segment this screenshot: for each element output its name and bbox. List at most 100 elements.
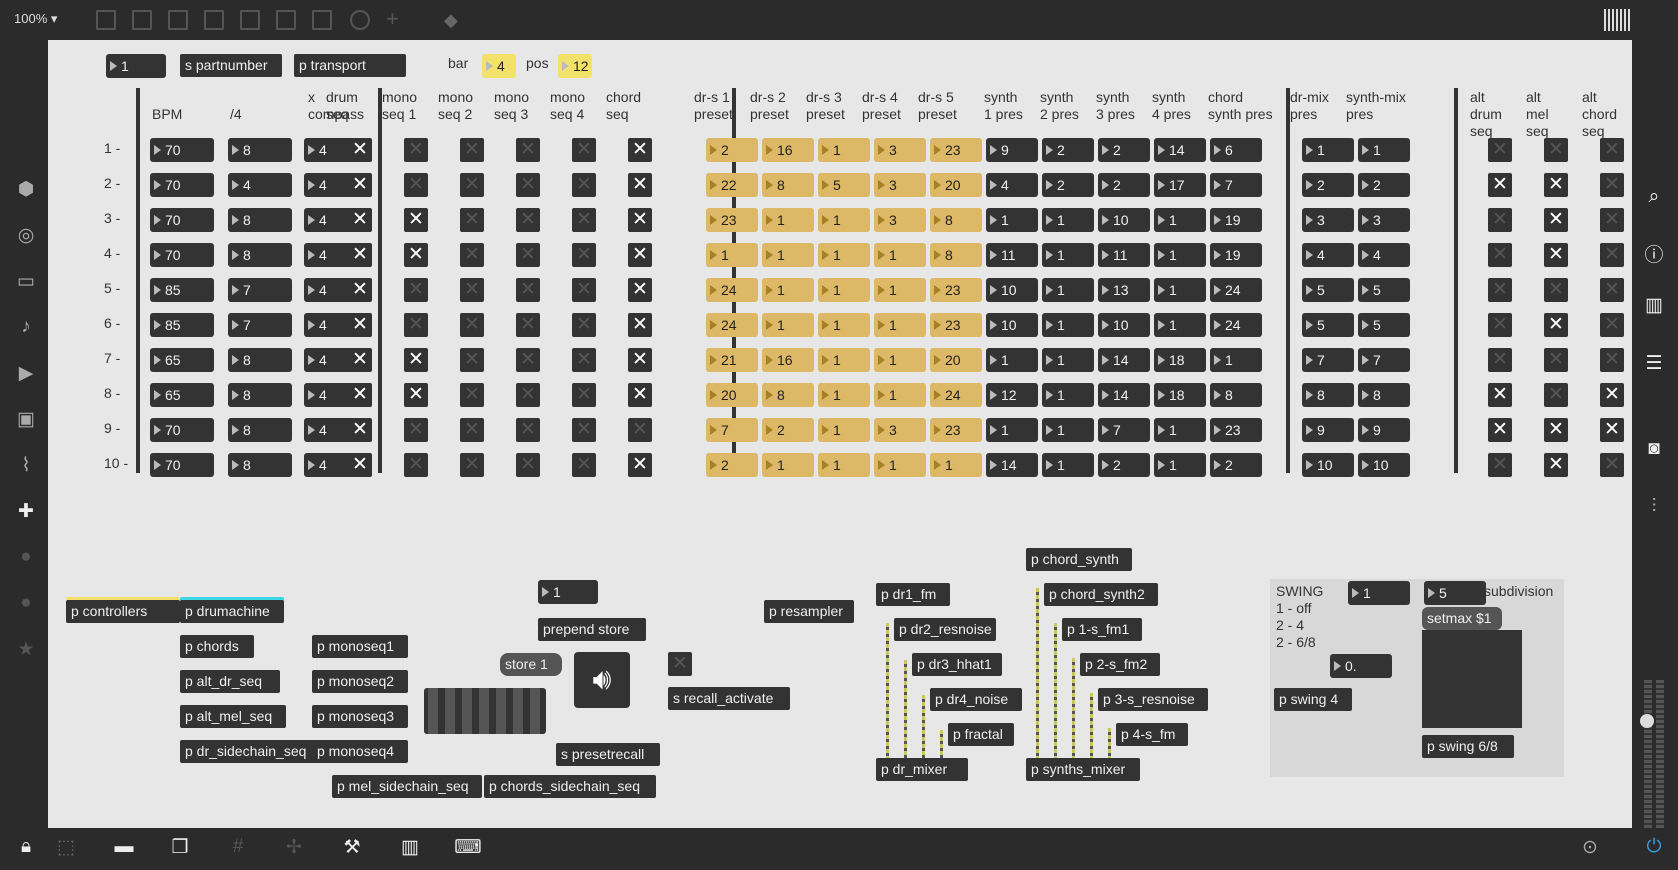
seq-toggle[interactable] (348, 348, 372, 372)
seq-toggle[interactable] (460, 418, 484, 442)
bar-number-box[interactable]: 4 (482, 54, 516, 78)
mix-preset-number-box[interactable]: 10 (1302, 453, 1354, 477)
quarter-number-box[interactable]: 8 (228, 348, 292, 372)
synth-preset-number-box[interactable]: 2 (1098, 173, 1150, 197)
drum-preset-number-box[interactable]: 23 (930, 278, 982, 302)
seq-toggle[interactable] (460, 243, 484, 267)
store-1-message[interactable]: store 1 (500, 653, 562, 676)
alt-seq-toggle[interactable] (1544, 208, 1568, 232)
float-number-box[interactable]: 0. (1330, 654, 1392, 678)
alt-seq-toggle[interactable] (1600, 383, 1624, 407)
alt-seq-toggle[interactable] (1488, 278, 1512, 302)
seq-toggle[interactable] (628, 383, 652, 407)
seq-toggle[interactable] (628, 138, 652, 162)
music-note-icon[interactable]: ♪ (12, 316, 40, 338)
alt-seq-toggle[interactable] (1488, 138, 1512, 162)
alt-seq-toggle[interactable] (1488, 383, 1512, 407)
synth-preset-number-box[interactable]: 1 (1042, 243, 1094, 267)
mix-preset-number-box[interactable]: 1 (1358, 138, 1410, 162)
play-circle-icon[interactable]: ⊙ (1576, 836, 1604, 859)
grid-view-icon[interactable] (1604, 9, 1630, 31)
seq-toggle[interactable] (404, 453, 428, 477)
bpm-number-box[interactable]: 70 (150, 418, 214, 442)
synth-preset-number-box[interactable]: 1 (1154, 453, 1206, 477)
drum-preset-number-box[interactable]: 3 (874, 173, 926, 197)
seq-toggle[interactable] (348, 313, 372, 337)
synth-preset-number-box[interactable]: 18 (1154, 383, 1206, 407)
alt-seq-toggle[interactable] (1488, 418, 1512, 442)
seq-toggle[interactable] (404, 278, 428, 302)
synth-preset-number-box[interactable]: 1 (1210, 348, 1262, 372)
synth-preset-number-box[interactable]: 14 (986, 453, 1038, 477)
seq-toggle[interactable] (628, 313, 652, 337)
film-icon[interactable]: ▭ (12, 270, 40, 293)
s-partnumber-object[interactable]: s partnumber (180, 54, 282, 77)
seq-toggle[interactable] (348, 173, 372, 197)
paint-icon[interactable]: ◆ (444, 10, 464, 30)
quarter-number-box[interactable]: 8 (228, 383, 292, 407)
seq-toggle[interactable] (628, 173, 652, 197)
wrench-icon[interactable]: ⚒ (338, 836, 366, 859)
seq-toggle[interactable] (404, 243, 428, 267)
drum-preset-number-box[interactable]: 1 (874, 243, 926, 267)
p-chord-synth-object[interactable]: p chord_synth (1026, 548, 1132, 571)
seq-toggle[interactable] (628, 348, 652, 372)
mix-preset-number-box[interactable]: 4 (1358, 243, 1410, 267)
drum-preset-number-box[interactable]: 1 (874, 453, 926, 477)
synth-preset-number-box[interactable]: 1 (986, 418, 1038, 442)
alt-seq-toggle[interactable] (1544, 348, 1568, 372)
p-dr3-hhat1-object[interactable]: p dr3_hhat1 (912, 653, 1002, 676)
synth-preset-number-box[interactable]: 19 (1210, 208, 1262, 232)
mix-preset-number-box[interactable]: 8 (1302, 383, 1354, 407)
seq-toggle[interactable] (404, 418, 428, 442)
synth-preset-number-box[interactable]: 24 (1210, 278, 1262, 302)
drum-preset-number-box[interactable]: 1 (874, 278, 926, 302)
mix-preset-number-box[interactable]: 10 (1358, 453, 1410, 477)
quarter-number-box[interactable]: 8 (228, 418, 292, 442)
drum-preset-number-box[interactable]: 2 (706, 453, 758, 477)
sliders-icon[interactable]: ⫶ (1640, 496, 1668, 518)
power-icon[interactable]: ⏻ (1640, 836, 1668, 858)
drum-preset-number-box[interactable]: 24 (706, 313, 758, 337)
bpm-number-box[interactable]: 65 (150, 348, 214, 372)
target-icon[interactable]: ◎ (12, 224, 40, 247)
synth-preset-number-box[interactable]: 1 (1154, 243, 1206, 267)
synth-preset-number-box[interactable]: 12 (986, 383, 1038, 407)
p-monoseq2-object[interactable]: p monoseq2 (312, 670, 408, 693)
list-icon[interactable]: ☰ (1640, 352, 1668, 375)
synth-preset-number-box[interactable]: 23 (1210, 418, 1262, 442)
alt-seq-toggle[interactable] (1488, 173, 1512, 197)
drum-preset-number-box[interactable]: 5 (818, 173, 870, 197)
cube-icon[interactable]: ⬢ (12, 178, 40, 201)
bpm-number-box[interactable]: 70 (150, 173, 214, 197)
p-resampler-object[interactable]: p resampler (764, 600, 854, 623)
seq-toggle[interactable] (460, 208, 484, 232)
seq-toggle[interactable] (404, 313, 428, 337)
p-dr4-noise-object[interactable]: p dr4_noise (930, 688, 1022, 711)
camera-icon[interactable]: ◙ (1640, 438, 1668, 460)
synth-preset-number-box[interactable]: 2 (1098, 453, 1150, 477)
drum-preset-number-box[interactable]: 16 (762, 348, 814, 372)
s-recall-activate-object[interactable]: s recall_activate (668, 687, 790, 710)
keyboard-icon[interactable]: ⌨ (454, 836, 482, 859)
synth-preset-number-box[interactable]: 1 (1042, 418, 1094, 442)
seq-toggle[interactable] (516, 453, 540, 477)
mix-preset-number-box[interactable]: 3 (1358, 208, 1410, 232)
p-fractal-object[interactable]: p fractal (948, 723, 1014, 746)
slider-object-icon[interactable] (312, 10, 332, 30)
p-monoseq4-object[interactable]: p monoseq4 (312, 740, 408, 763)
drum-preset-number-box[interactable]: 8 (930, 208, 982, 232)
drum-preset-number-box[interactable]: 24 (706, 278, 758, 302)
drum-preset-number-box[interactable]: 8 (762, 173, 814, 197)
dial-object-icon[interactable] (350, 10, 370, 30)
mix-preset-number-box[interactable]: 9 (1302, 418, 1354, 442)
alt-seq-toggle[interactable] (1488, 208, 1512, 232)
drum-preset-number-box[interactable]: 1 (762, 208, 814, 232)
drum-preset-number-box[interactable]: 23 (930, 138, 982, 162)
p-swing-4-object[interactable]: p swing 4 (1274, 688, 1352, 711)
synth-preset-number-box[interactable]: 11 (986, 243, 1038, 267)
mix-preset-number-box[interactable]: 2 (1302, 173, 1354, 197)
p-2-s-fm2-object[interactable]: p 2-s_fm2 (1080, 653, 1160, 676)
p-controllers-object[interactable]: p controllers (66, 600, 180, 623)
synth-preset-number-box[interactable]: 7 (1210, 173, 1262, 197)
